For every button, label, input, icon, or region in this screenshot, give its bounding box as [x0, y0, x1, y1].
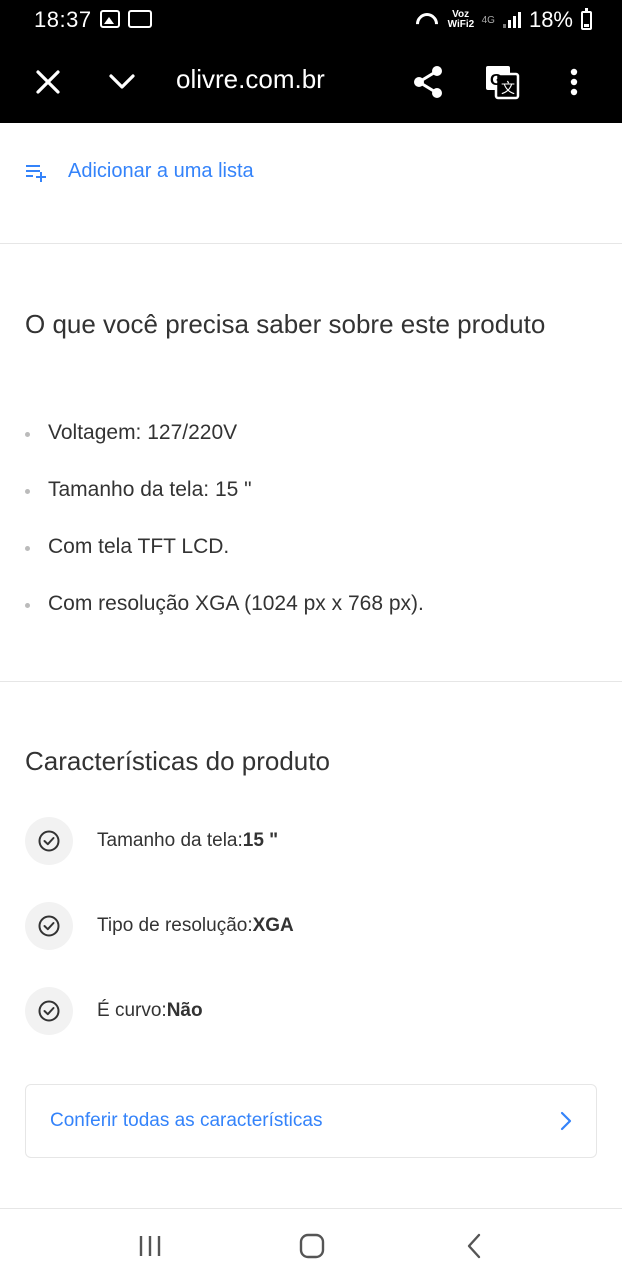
network-type: 4G — [481, 14, 495, 26]
back-button[interactable] — [444, 1221, 504, 1271]
check-circle-icon — [25, 902, 73, 950]
characteristic-item: É curvo: Não — [25, 987, 203, 1035]
url-text[interactable]: olivre.com.br — [176, 64, 325, 95]
status-indicators: Voz WiFi2 4G 18% — [416, 7, 592, 33]
playlist-add-icon — [26, 164, 46, 182]
system-navigation-bar — [0, 1208, 622, 1281]
expand-button[interactable] — [92, 40, 152, 123]
home-icon — [299, 1233, 325, 1259]
list-item: Com resolução XGA (1024 px x 768 px). — [25, 589, 424, 646]
recent-apps-icon — [139, 1236, 161, 1256]
signal-icon — [502, 12, 521, 28]
characteristic-label: Tipo de resolução: — [97, 915, 253, 936]
characteristic-value: 15 " — [242, 830, 279, 851]
share-icon — [414, 65, 442, 98]
about-title: O que você precisa saber sobre este prod… — [25, 309, 546, 339]
list-item: Com tela TFT LCD. — [25, 532, 424, 589]
characteristic-value: XGA — [252, 915, 294, 936]
network-label: Voz WiFi2 — [447, 9, 475, 30]
home-button[interactable] — [282, 1221, 342, 1271]
characteristic-item: Tamanho da tela: 15 " — [25, 817, 278, 865]
characteristics-title: Características do produto — [25, 746, 330, 776]
battery-percent: 18% — [528, 7, 573, 32]
notification-icons — [100, 10, 152, 28]
chevron-right-icon — [560, 1111, 572, 1131]
bullet-dot — [25, 546, 30, 551]
about-item: Com resolução XGA (1024 px x 768 px). — [48, 592, 424, 615]
about-item: Voltagem: 127/220V — [48, 421, 238, 444]
more-options-button[interactable] — [544, 40, 604, 123]
characteristic-item: Tipo de resolução: XGA — [25, 902, 294, 950]
recent-apps-button[interactable] — [120, 1221, 180, 1271]
svg-text:文: 文 — [501, 80, 515, 96]
status-time: 18:37 — [34, 7, 92, 32]
more-vert-icon — [570, 68, 578, 95]
battery-icon — [581, 7, 592, 30]
gallery-icon — [100, 10, 120, 28]
see-all-label: Conferir todas as características — [50, 1110, 323, 1131]
translate-button[interactable]: G 文 — [472, 40, 532, 123]
add-to-list-link[interactable]: Adicionar a uma lista — [24, 160, 254, 183]
characteristic-value: Não — [166, 1000, 203, 1021]
close-button[interactable] — [18, 40, 78, 123]
share-button[interactable] — [398, 40, 458, 123]
status-bar: 18:37 Voz WiFi2 4G 18% — [0, 0, 622, 40]
browser-toolbar: olivre.com.br G 文 — [0, 40, 622, 123]
chevron-down-icon — [109, 73, 135, 89]
about-item: Tamanho da tela: 15 " — [48, 478, 252, 501]
divider — [0, 243, 622, 244]
divider — [0, 681, 622, 682]
characteristic-label: É curvo: — [97, 1000, 167, 1021]
bullet-dot — [25, 489, 30, 494]
close-icon — [36, 69, 60, 94]
characteristic-label: Tamanho da tela: — [97, 830, 243, 851]
bullet-dot — [25, 432, 30, 437]
translate-icon: G 文 — [486, 65, 520, 99]
see-all-characteristics-button[interactable]: Conferir todas as características — [25, 1084, 597, 1158]
wifi-icon — [416, 11, 440, 29]
about-item: Com tela TFT LCD. — [48, 535, 230, 558]
add-to-list-label: Adicionar a uma lista — [68, 160, 254, 182]
bullet-dot — [25, 603, 30, 608]
check-circle-icon — [25, 987, 73, 1035]
list-item: Tamanho da tela: 15 " — [25, 475, 424, 532]
back-icon — [467, 1233, 481, 1259]
about-list: Voltagem: 127/220V Tamanho da tela: 15 "… — [25, 418, 424, 646]
check-circle-icon — [25, 817, 73, 865]
list-item: Voltagem: 127/220V — [25, 418, 424, 475]
voicemail-icon — [128, 10, 152, 28]
